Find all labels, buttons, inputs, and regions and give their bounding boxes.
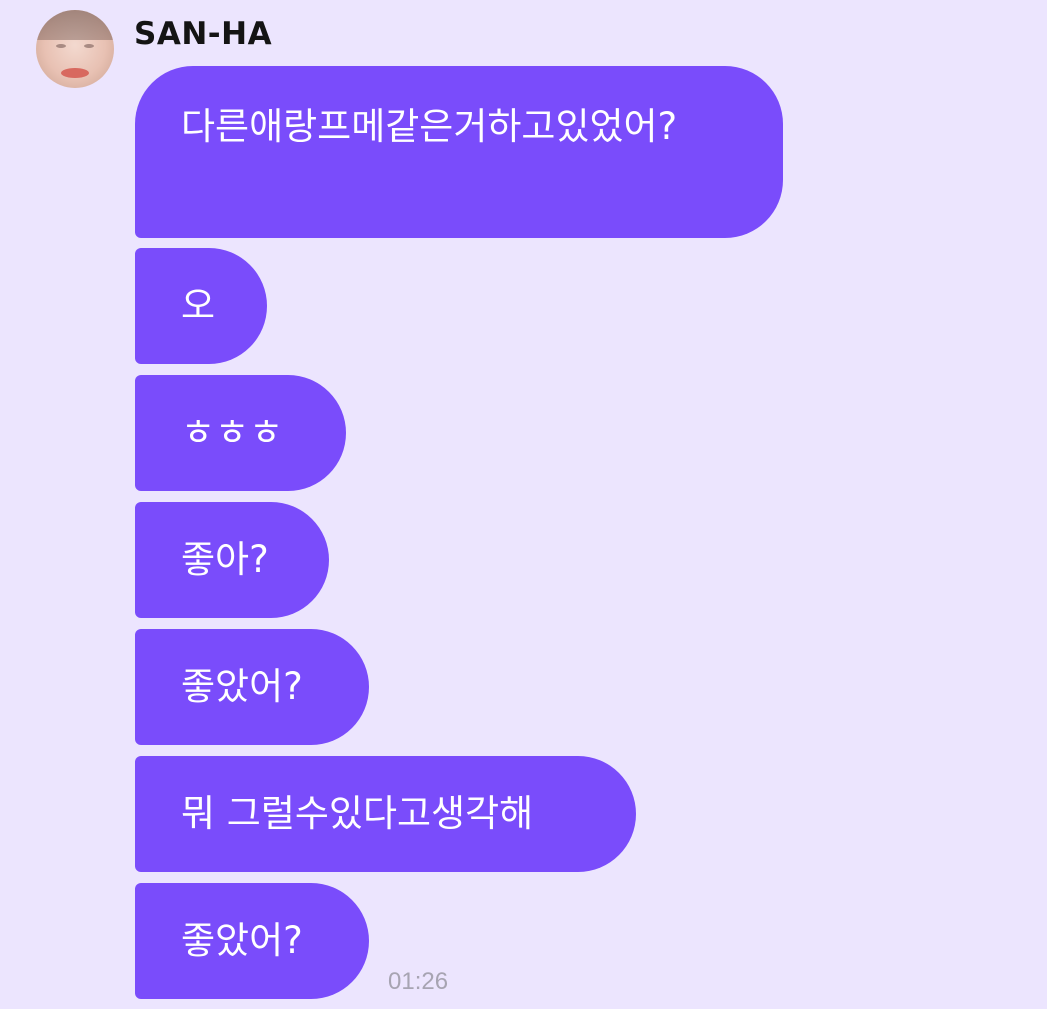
message-text: 좋았어? bbox=[181, 919, 303, 962]
message-text: 좋았어? bbox=[181, 665, 303, 708]
avatar[interactable] bbox=[36, 10, 114, 88]
sender-name[interactable]: SAN-HA bbox=[134, 14, 272, 54]
message-bubble[interactable]: 좋았어? bbox=[135, 883, 369, 999]
message-bubble[interactable]: 다른애랑프메같은거하고있었어? bbox=[135, 66, 783, 238]
message-bubble[interactable]: 좋았어? bbox=[135, 629, 369, 745]
message-bubble[interactable]: ㅎㅎㅎ bbox=[135, 375, 346, 491]
message-text: 좋아? bbox=[181, 538, 269, 581]
message-text: 오 bbox=[181, 284, 216, 327]
avatar-lips bbox=[61, 68, 89, 78]
message-bubble[interactable]: 좋아? bbox=[135, 502, 329, 618]
message-timestamp: 01:26 bbox=[388, 968, 449, 995]
avatar-eye-left bbox=[56, 44, 66, 48]
avatar-eye-right bbox=[84, 44, 94, 48]
message-text: ㅎㅎㅎ bbox=[181, 411, 284, 454]
message-text: 뭐 그럴수있다고생각해 bbox=[181, 792, 534, 835]
message-bubble[interactable]: 오 bbox=[135, 248, 267, 364]
message-text: 다른애랑프메같은거하고있었어? bbox=[181, 105, 678, 148]
message-bubble[interactable]: 뭐 그럴수있다고생각해 bbox=[135, 756, 636, 872]
avatar-hair bbox=[36, 10, 114, 40]
